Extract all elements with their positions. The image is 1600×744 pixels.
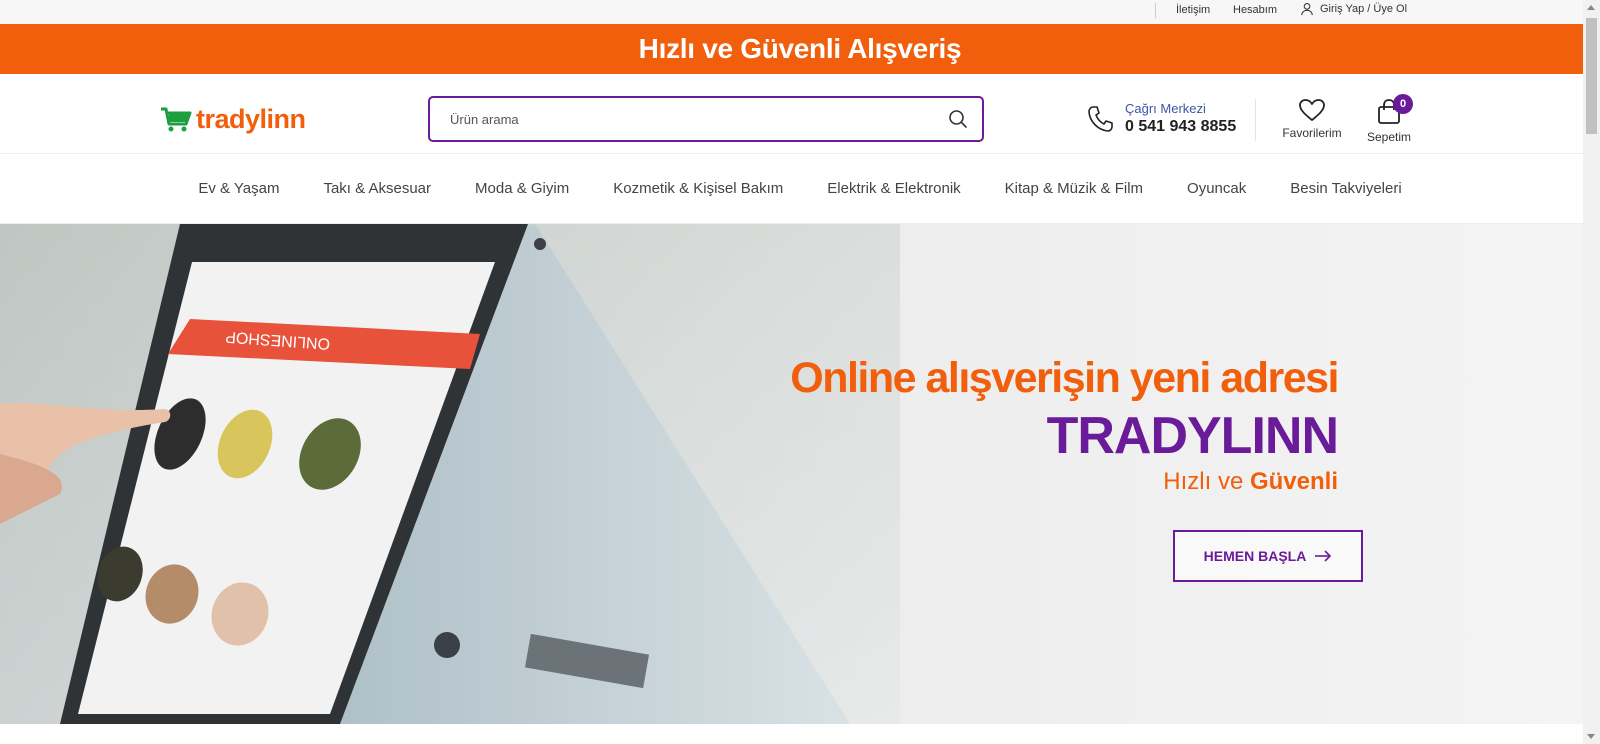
header-divider [1255,99,1256,141]
hero-tagline: Hızlı ve Güvenli [1163,468,1338,496]
nav-item-oyuncak[interactable]: Oyuncak [1165,180,1268,197]
heart-icon [1299,99,1325,121]
search-input[interactable] [450,111,948,127]
user-icon [1301,3,1313,16]
arrow-right-icon [1315,550,1332,562]
hero-slider: ONLINESHOP Online alışverişin yeni adres… [0,224,1600,724]
basket-label: Sepetim [1366,130,1412,144]
favorites-button[interactable]: Favorilerim [1279,98,1345,140]
top-utility-bar: İletişim Hesabım Giriş Yap / Üye Ol [0,0,1600,24]
nav-item-ev-yasam[interactable]: Ev & Yaşam [176,180,301,197]
hero-laptop-image: ONLINESHOP [0,224,900,724]
hero-headline: Online alışverişin yeni adresi [790,354,1339,402]
nav-item-taki-aksesuar[interactable]: Takı & Aksesuar [301,180,453,197]
site-logo[interactable]: tradylinn [160,104,306,135]
basket-count-badge: 0 [1393,94,1413,114]
basket-button[interactable]: 0 Sepetim [1361,94,1417,144]
site-header: tradylinn Çağrı Merkezi 0 541 943 8855 F… [0,74,1600,154]
nav-item-elektrik-elektronik[interactable]: Elektrik & Elektronik [805,180,982,197]
scroll-down-arrow[interactable] [1587,734,1595,739]
nav-item-kozmetik[interactable]: Kozmetik & Kişisel Bakım [591,180,805,197]
call-center-label: Çağrı Merkezi [1125,101,1206,116]
scroll-up-arrow[interactable] [1587,5,1595,10]
promo-banner: Hızlı ve Güvenli Alışveriş [0,24,1600,74]
hero-tagline-bold: Güvenli [1249,468,1338,495]
nav-item-moda-giyim[interactable]: Moda & Giyim [453,180,591,197]
search-box[interactable] [428,96,984,142]
nav-item-kitap-muzik-film[interactable]: Kitap & Müzik & Film [983,180,1165,197]
logo-text: tradylinn [196,104,306,134]
topbar-divider [1155,3,1156,18]
promo-banner-text: Hızlı ve Güvenli Alışveriş [638,33,962,64]
nav-item-besin-takviyeleri[interactable]: Besin Takviyeleri [1268,180,1423,197]
search-icon[interactable] [948,109,968,129]
login-register-link[interactable]: Giriş Yap / Üye Ol [1300,2,1407,16]
login-register-label: Giriş Yap / Üye Ol [1320,3,1408,15]
scrollbar-thumb[interactable] [1586,18,1597,134]
favorites-label: Favorilerim [1282,126,1342,140]
vertical-scrollbar[interactable] [1583,0,1600,744]
category-nav: Ev & Yaşam Takı & Aksesuar Moda & Giyim … [0,154,1600,224]
call-center-number[interactable]: 0 541 943 8855 [1125,118,1236,136]
call-center-text: Çağrı Merkezi 0 541 943 8855 [1125,101,1236,136]
contact-link[interactable]: İletişim [1176,4,1210,16]
start-shopping-button[interactable]: HEMEN BAŞLA [1173,530,1363,582]
cart-logo-icon [161,107,192,131]
hero-brand: TRADYLINN [1046,407,1339,465]
account-link[interactable]: Hesabım [1233,4,1277,16]
start-shopping-label: HEMEN BAŞLA [1203,548,1307,564]
phone-icon [1088,105,1113,132]
call-center[interactable]: Çağrı Merkezi 0 541 943 8855 [1087,101,1236,136]
hero-tagline-prefix: Hızlı ve [1163,468,1250,495]
